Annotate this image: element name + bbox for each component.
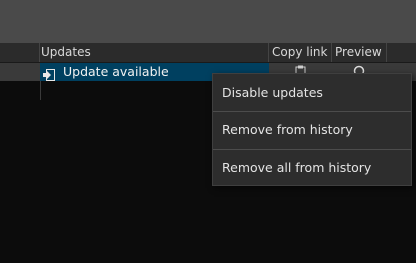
table-header: Updates Copy link Preview bbox=[0, 43, 416, 63]
update-available-icon bbox=[43, 66, 55, 81]
column-divider bbox=[40, 81, 41, 100]
column-header-preview[interactable]: Preview bbox=[332, 43, 387, 62]
row-label: Update available bbox=[63, 64, 169, 79]
toolbar bbox=[0, 0, 416, 43]
column-header-blank[interactable] bbox=[0, 43, 40, 62]
menu-item-remove-from-history[interactable]: Remove from history bbox=[213, 112, 411, 148]
column-header-filler bbox=[387, 43, 416, 62]
menu-item-remove-all-from-history[interactable]: Remove all from history bbox=[213, 150, 411, 186]
menu-item-disable-updates[interactable]: Disable updates bbox=[213, 75, 411, 111]
column-header-copy-link[interactable]: Copy link bbox=[269, 43, 332, 62]
context-menu: Disable updates Remove from history Remo… bbox=[212, 73, 412, 186]
column-header-updates[interactable]: Updates bbox=[40, 43, 269, 62]
